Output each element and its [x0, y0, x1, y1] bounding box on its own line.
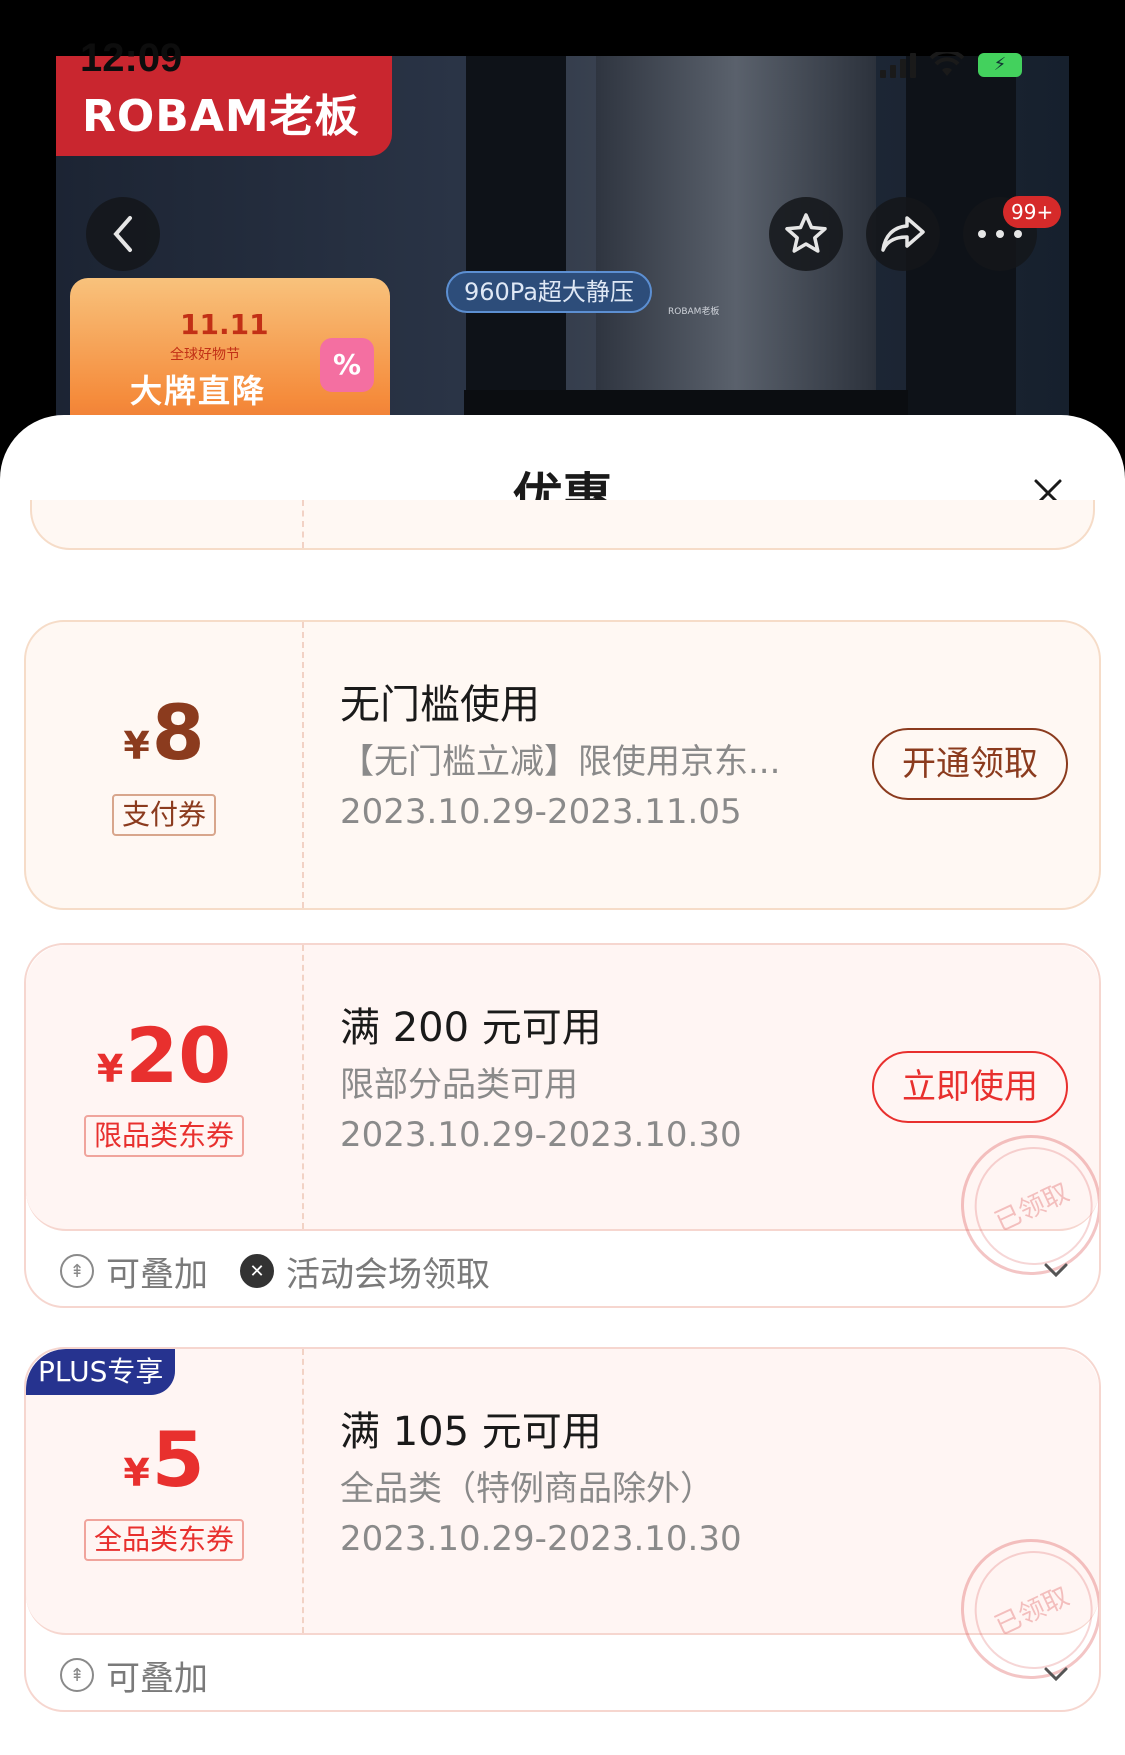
coupon-sheet: 优惠 ¥8 支付券 无门槛使用 【无门槛立减】限使用京东... 2023.10.…	[0, 415, 1125, 1755]
coupon-card[interactable]: ¥20 限品类东券 满 200 元可用 限部分品类可用 2023.10.29-2…	[24, 943, 1101, 1308]
currency-symbol: ¥	[123, 724, 150, 768]
coupon-divider	[302, 622, 304, 908]
coupon-amount: ¥8	[26, 688, 302, 777]
coupon-card-partial	[30, 500, 1095, 550]
coupon-value: ¥20 限品类东券	[26, 945, 302, 1229]
status-time: 12:09	[80, 36, 183, 80]
small-brand-logo: ROBAM老板	[668, 307, 720, 317]
coupon-card[interactable]: PLUS专享 ¥5 全品类东券 满 105 元可用 全品类（特例商品除外） 20…	[24, 1347, 1101, 1712]
promo-line2: 全球好物节	[170, 347, 240, 363]
stackable-info: ⇞ 可叠加	[60, 1247, 208, 1296]
chevron-left-icon	[113, 216, 132, 252]
coupon-footer[interactable]: ⇞ 可叠加	[26, 1635, 1099, 1710]
stackable-info: ⇞ 可叠加	[60, 1651, 208, 1700]
promo-line3: 大牌直降	[130, 372, 267, 410]
favorite-button[interactable]	[769, 197, 843, 271]
coupon-desc: 全品类（特例商品除外）	[340, 1469, 714, 1509]
coupon-footer[interactable]: ⇞ 可叠加 ✕ 活动会场领取	[26, 1231, 1099, 1306]
coupon-amount: ¥5	[26, 1415, 302, 1504]
coupon-type-tag: 全品类东券	[83, 1519, 245, 1561]
coupon-title: 无门槛使用	[340, 682, 540, 728]
share-button[interactable]	[866, 197, 940, 271]
wifi-icon	[930, 52, 964, 76]
more-icon	[978, 230, 1022, 238]
signal-icon	[880, 52, 916, 78]
back-button[interactable]	[86, 197, 160, 271]
chevron-down-icon[interactable]	[1043, 1257, 1069, 1283]
chevron-down-icon[interactable]	[1043, 1661, 1069, 1687]
notification-badge: 99+	[1003, 196, 1062, 228]
coupon-title: 满 200 元可用	[340, 1005, 602, 1051]
source-label: 活动会场领取	[286, 1254, 490, 1295]
coupon-amount-number: 8	[151, 688, 205, 777]
source-info: ✕ 活动会场领取	[240, 1247, 490, 1296]
claim-button[interactable]: 开通领取	[872, 728, 1068, 800]
feature-tag: 960Pa超大静压	[446, 271, 652, 313]
star-icon	[785, 213, 827, 253]
coupon-amount: ¥20	[26, 1011, 302, 1100]
battery-icon: ⚡	[978, 53, 1022, 77]
stack-icon: ⇞	[60, 1254, 94, 1288]
coupon-value: ¥5 全品类东券	[26, 1349, 302, 1633]
currency-symbol: ¥	[123, 1451, 150, 1495]
use-now-button[interactable]: 立即使用	[872, 1051, 1068, 1123]
coupon-value: ¥8 支付券	[26, 622, 302, 908]
coupon-card[interactable]: ¥8 支付券 无门槛使用 【无门槛立减】限使用京东... 2023.10.29-…	[24, 620, 1101, 910]
coupon-desc: 限部分品类可用	[340, 1065, 578, 1105]
coupon-type-tag: 限品类东券	[83, 1115, 245, 1157]
event-icon: ✕	[240, 1254, 274, 1288]
stackable-label: 可叠加	[106, 1254, 208, 1295]
stackable-label: 可叠加	[106, 1658, 208, 1699]
coupon-date: 2023.10.29-2023.10.30	[340, 1115, 742, 1155]
coupon-desc: 【无门槛立减】限使用京东...	[340, 742, 781, 782]
status-indicators: ⚡	[880, 52, 1022, 78]
coupon-type-tag: 支付券	[111, 794, 217, 836]
currency-symbol: ¥	[96, 1047, 124, 1091]
coupon-date: 2023.10.29-2023.10.30	[340, 1519, 742, 1559]
coupon-amount-number: 20	[125, 1011, 232, 1100]
coupon-amount-number: 5	[151, 1415, 205, 1504]
promo-heart-icon: %	[320, 338, 374, 392]
share-icon	[881, 216, 925, 252]
coupon-divider	[302, 1349, 304, 1633]
coupon-divider	[302, 945, 304, 1229]
stack-icon: ⇞	[60, 1658, 94, 1692]
coupon-date: 2023.10.29-2023.11.05	[340, 792, 742, 832]
coupon-title: 满 105 元可用	[340, 1409, 602, 1455]
promo-line1: 11.11	[180, 308, 269, 341]
